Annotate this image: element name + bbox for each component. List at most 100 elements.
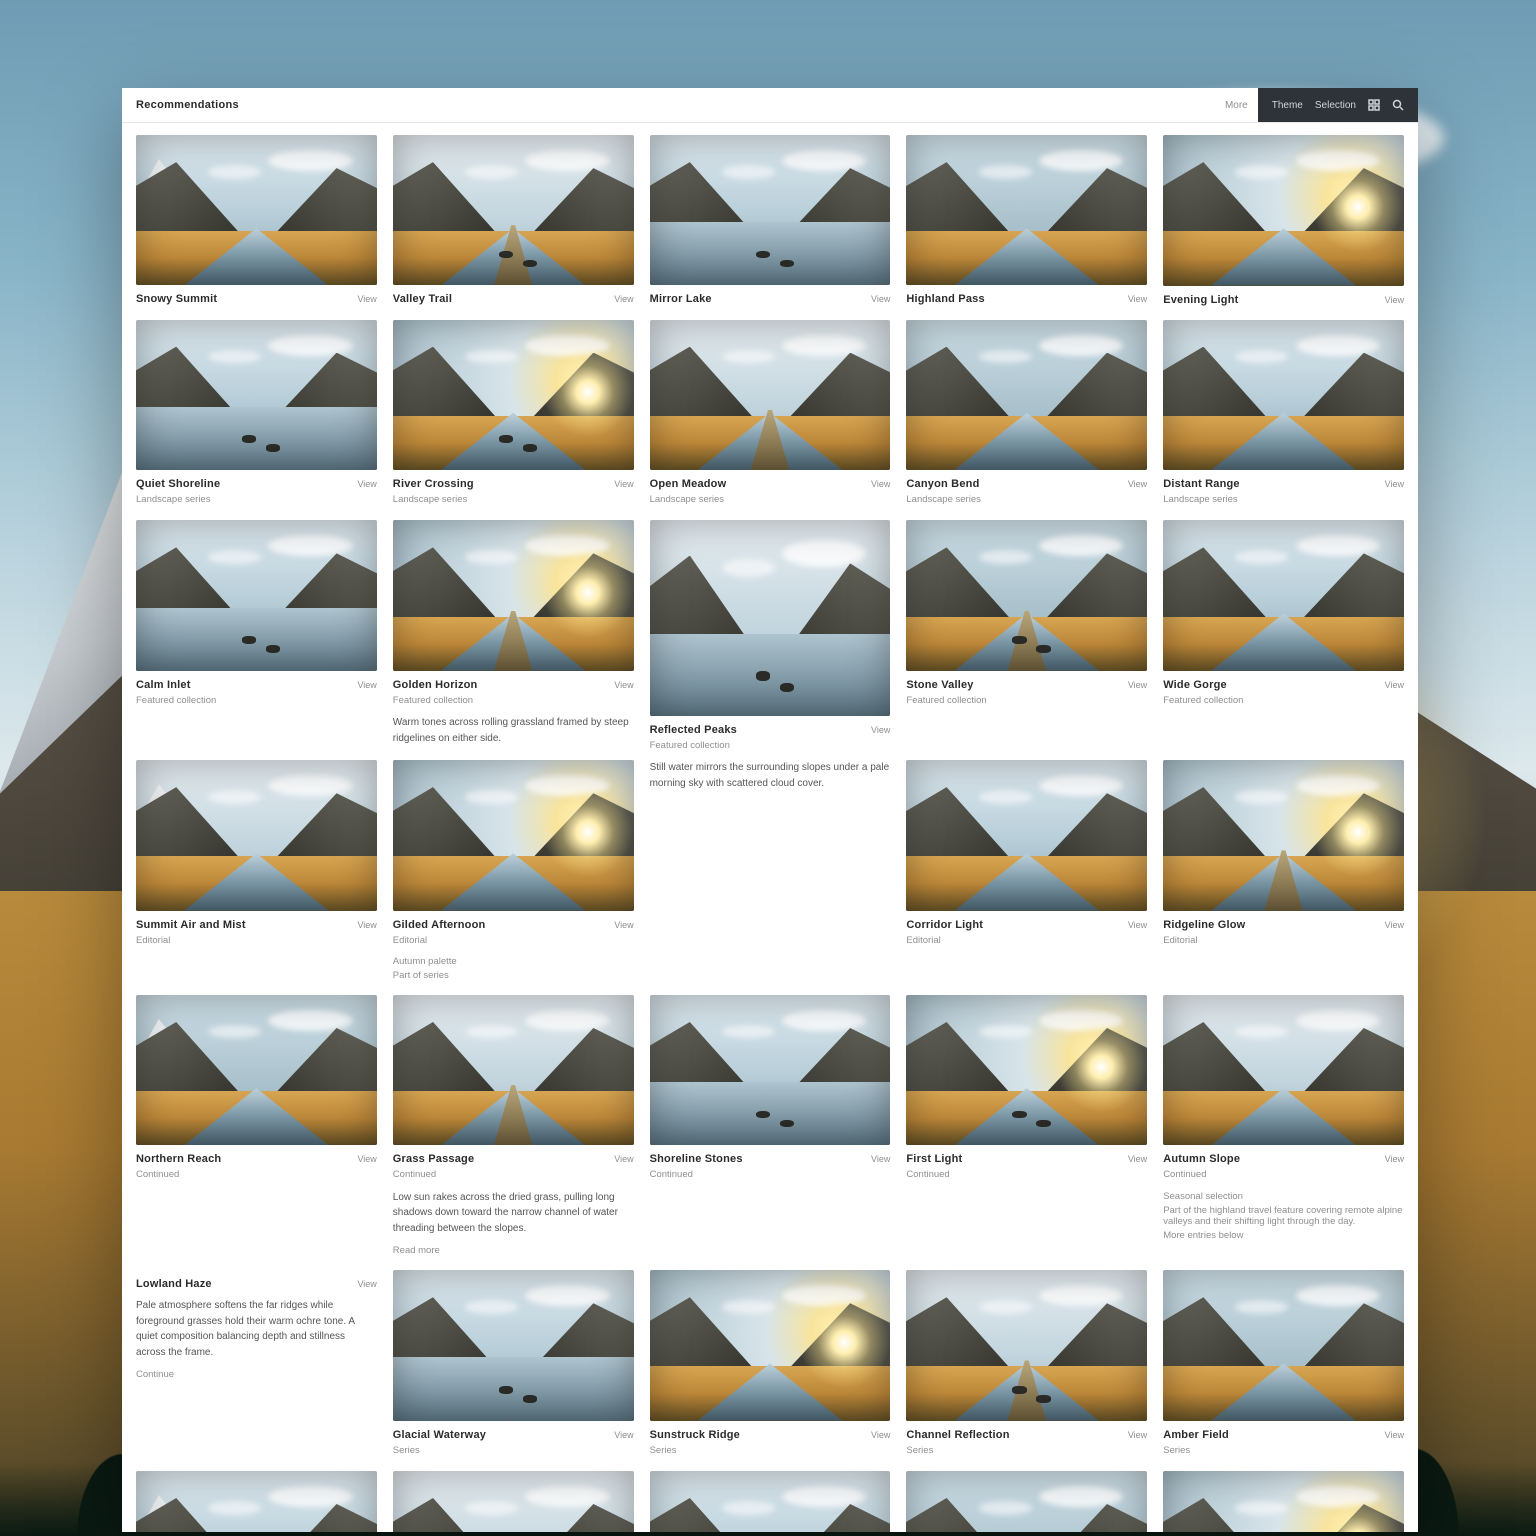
card-action[interactable]: View [614, 294, 633, 304]
card-action[interactable]: View [871, 294, 890, 304]
gallery-card[interactable]: Evening LightView [1163, 135, 1404, 306]
card-thumbnail[interactable] [136, 320, 377, 470]
gallery-card[interactable]: Ridgeline GlowViewEditorial [1163, 760, 1404, 981]
gallery-card[interactable]: Gravel ApproachView [393, 1471, 634, 1532]
gallery-card[interactable]: Still MirrorView [650, 1471, 891, 1532]
card-action[interactable]: View [614, 1430, 633, 1440]
gallery-card[interactable]: Blue OverlookView [136, 1471, 377, 1532]
gallery-card[interactable]: Mirror LakeView [650, 135, 891, 306]
gallery-card[interactable]: Glacial WaterwayViewSeries [393, 1270, 634, 1457]
card-action[interactable]: View [1128, 294, 1147, 304]
card-thumbnail[interactable] [393, 995, 634, 1145]
gallery-card[interactable]: Canyon BendViewLandscape series [906, 320, 1147, 507]
gallery-card[interactable]: Quiet ShorelineViewLandscape series [136, 320, 377, 507]
card-thumbnail[interactable] [393, 135, 634, 285]
card-thumbnail[interactable] [136, 1471, 377, 1532]
header-link-more[interactable]: More [1215, 100, 1258, 111]
gallery-card[interactable]: First LightViewContinued [906, 995, 1147, 1256]
gallery-card[interactable]: Grass PassageViewContinuedLow sun rakes … [393, 995, 634, 1256]
gallery-card[interactable]: Snowy SummitView [136, 135, 377, 306]
card-thumbnail[interactable] [1163, 520, 1404, 671]
card-action[interactable]: View [1128, 479, 1147, 489]
gallery-card[interactable]: Open MeadowViewLandscape series [650, 320, 891, 507]
card-action[interactable]: View [1128, 1430, 1147, 1440]
card-thumbnail[interactable] [393, 520, 634, 670]
card-action[interactable]: View [1385, 1430, 1404, 1440]
card-thumbnail[interactable] [393, 1270, 634, 1420]
card-thumbnail[interactable] [1163, 1471, 1404, 1532]
card-thumbnail[interactable] [136, 760, 377, 910]
gallery-card[interactable]: Calm InletViewFeatured collection [136, 520, 377, 746]
card-thumbnail[interactable] [906, 995, 1147, 1145]
gallery-card[interactable]: Stone ValleyViewFeatured collection [906, 520, 1147, 746]
gallery-card[interactable]: Channel ReflectionViewSeries [906, 1270, 1147, 1457]
card-action[interactable]: View [871, 479, 890, 489]
card-action[interactable]: View [1128, 920, 1147, 930]
card-action[interactable]: View [871, 725, 890, 735]
card-action[interactable]: View [1385, 295, 1404, 305]
card-thumbnail[interactable] [906, 760, 1147, 910]
card-action[interactable]: View [1128, 1154, 1147, 1164]
card-thumbnail[interactable] [393, 320, 634, 470]
card-action[interactable]: View [614, 479, 633, 489]
gallery-card[interactable]: Highland PassView [906, 135, 1147, 306]
gallery-card[interactable]: Sunstruck RidgeViewSeries [650, 1270, 891, 1457]
card-thumbnail[interactable] [1163, 995, 1404, 1146]
grid-icon[interactable] [1368, 99, 1380, 111]
card-action[interactable]: View [614, 680, 633, 690]
header-tab-theme[interactable]: Theme [1272, 100, 1303, 111]
card-action[interactable]: View [614, 920, 633, 930]
gallery-card[interactable]: Summit Air and MistViewEditorial [136, 760, 377, 981]
card-action[interactable]: View [1385, 920, 1404, 930]
card-thumbnail[interactable] [1163, 135, 1404, 286]
gallery-card[interactable]: Corridor LightViewEditorial [906, 760, 1147, 981]
search-icon[interactable] [1392, 99, 1404, 111]
card-thumbnail[interactable] [906, 1270, 1147, 1420]
card-thumbnail[interactable] [906, 520, 1147, 670]
header-tab-selection[interactable]: Selection [1315, 100, 1356, 111]
card-thumbnail[interactable] [136, 995, 377, 1145]
card-thumbnail[interactable] [650, 1471, 891, 1532]
gallery-card[interactable]: Shoreline StonesViewContinued [650, 995, 891, 1256]
card-thumbnail[interactable] [650, 320, 891, 470]
card-action[interactable]: View [357, 479, 376, 489]
card-action[interactable]: View [1385, 680, 1404, 690]
gallery-card[interactable]: Lowland HazeViewPale atmosphere softens … [136, 1270, 377, 1457]
card-thumbnail[interactable] [1163, 320, 1404, 471]
card-action[interactable]: View [357, 1279, 376, 1289]
card-thumbnail[interactable] [650, 1270, 891, 1420]
card-action[interactable]: View [357, 294, 376, 304]
gallery-card[interactable]: Amber FieldViewSeries [1163, 1270, 1404, 1457]
card-action[interactable]: View [871, 1430, 890, 1440]
gallery-card[interactable]: Wide GorgeViewFeatured collection [1163, 520, 1404, 746]
card-action[interactable]: View [614, 1154, 633, 1164]
card-thumbnail[interactable] [393, 1471, 634, 1532]
card-action[interactable]: View [357, 1154, 376, 1164]
card-action[interactable]: View [357, 680, 376, 690]
gallery-card[interactable]: Reflected PeaksViewFeatured collectionSt… [650, 520, 891, 981]
card-action[interactable]: View [1385, 479, 1404, 489]
gallery-card[interactable]: Autumn SlopeViewContinuedSeasonal select… [1163, 995, 1404, 1256]
card-thumbnail[interactable] [650, 995, 891, 1145]
card-thumbnail[interactable] [906, 1471, 1147, 1532]
gallery-card[interactable]: Northern ReachViewContinued [136, 995, 377, 1256]
card-action[interactable]: View [1128, 680, 1147, 690]
card-thumbnail[interactable] [1163, 1270, 1404, 1421]
card-action[interactable]: View [871, 1154, 890, 1164]
gallery-card[interactable]: Last GlowView [1163, 1471, 1404, 1532]
card-thumbnail[interactable] [906, 320, 1147, 470]
card-thumbnail[interactable] [136, 135, 377, 285]
card-thumbnail[interactable] [906, 135, 1147, 285]
gallery-card[interactable]: Golden HorizonViewFeatured collectionWar… [393, 520, 634, 746]
card-thumbnail[interactable] [650, 520, 891, 716]
card-action[interactable]: View [357, 920, 376, 930]
card-thumbnail[interactable] [136, 520, 377, 670]
card-thumbnail[interactable] [1163, 760, 1404, 911]
gallery-card[interactable]: Gilded AfternoonViewEditorialAutumn pale… [393, 760, 634, 981]
card-thumbnail[interactable] [393, 760, 634, 910]
gallery-card[interactable]: Open CountryView [906, 1471, 1147, 1532]
card-action[interactable]: View [1385, 1154, 1404, 1164]
gallery-card[interactable]: River CrossingViewLandscape series [393, 320, 634, 507]
gallery-card[interactable]: Valley TrailView [393, 135, 634, 306]
gallery-card[interactable]: Distant RangeViewLandscape series [1163, 320, 1404, 507]
